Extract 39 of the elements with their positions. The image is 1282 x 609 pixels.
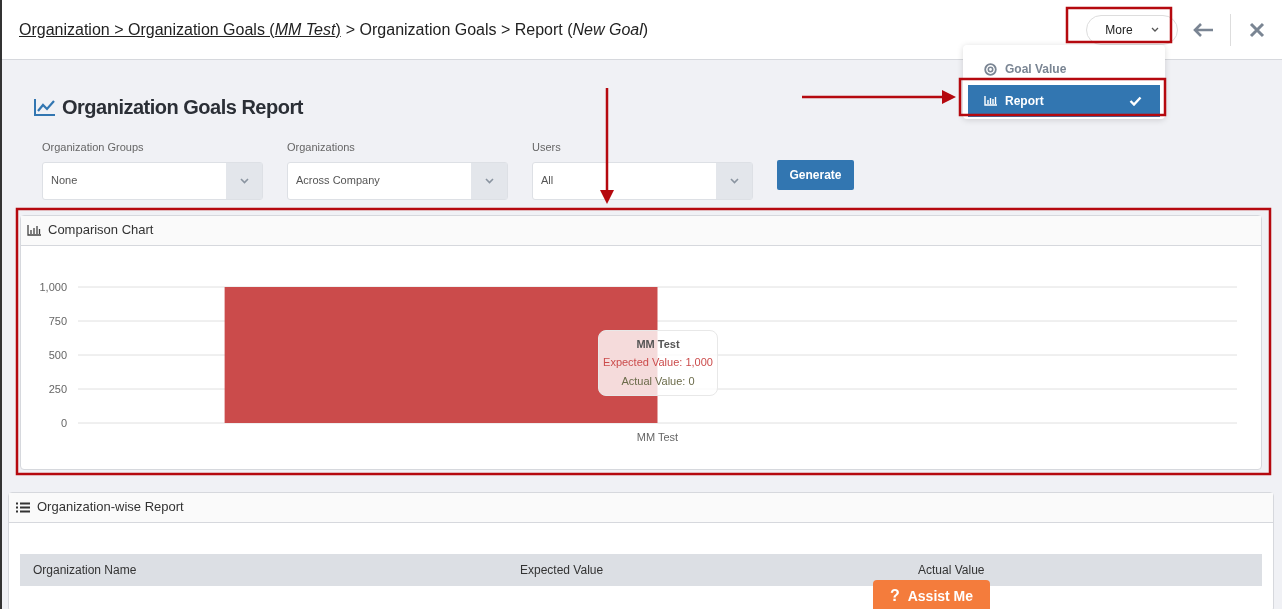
page-title: Organization Goals Report [62,95,303,120]
chevron-down-icon [484,177,494,184]
column-header: Expected Value [519,561,605,579]
line-chart-icon [34,98,56,116]
bar-chart-icon [27,224,41,236]
select-field[interactable]: Across Company [287,161,508,200]
select-field[interactable]: All [532,161,753,200]
menu-item[interactable]: Report [968,85,1160,117]
target-icon [984,62,997,76]
field-label: Users [532,140,562,155]
bar-chart-icon [984,96,997,106]
axis-category-label: MM Test [636,430,679,443]
tooltip-text: Actual Value: 0 [621,373,695,389]
more-button[interactable]: More [1086,14,1178,45]
check-icon [1129,96,1142,106]
axis-tick-label: 500 [48,348,67,361]
breadcrumb-link[interactable]: Organization > Organization Goals (MM Test) [19,17,341,42]
field-label: Organizations [287,140,356,155]
chevron-down-icon [239,177,249,184]
column-header: Organization Name [32,561,138,579]
axis-tick-label: 250 [48,382,67,395]
back-arrow-icon[interactable] [1192,21,1214,38]
axis-tick-label: 1,000 [39,280,67,293]
breadcrumb-text: > Organization Goals > Report (New Goal) [345,19,649,40]
card-title: Organization-wise Report [37,498,184,517]
select-field[interactable]: None [42,161,263,200]
axis-tick-label: 750 [48,314,67,327]
card-title: Comparison Chart [48,221,154,240]
tooltip-title: MM Test [636,336,680,352]
question-icon: ? [889,584,900,608]
tooltip-text: Expected Value: 1,000 [603,355,713,371]
column-header: Actual Value [917,561,986,579]
chevron-down-icon [729,177,739,184]
field-label: Organization Groups [42,140,145,155]
close-icon[interactable] [1249,21,1265,38]
chevron-down-icon [1150,27,1159,32]
generate-button[interactable]: Generate [777,159,854,190]
list-icon [16,501,30,513]
axis-tick-label: 0 [60,416,67,429]
